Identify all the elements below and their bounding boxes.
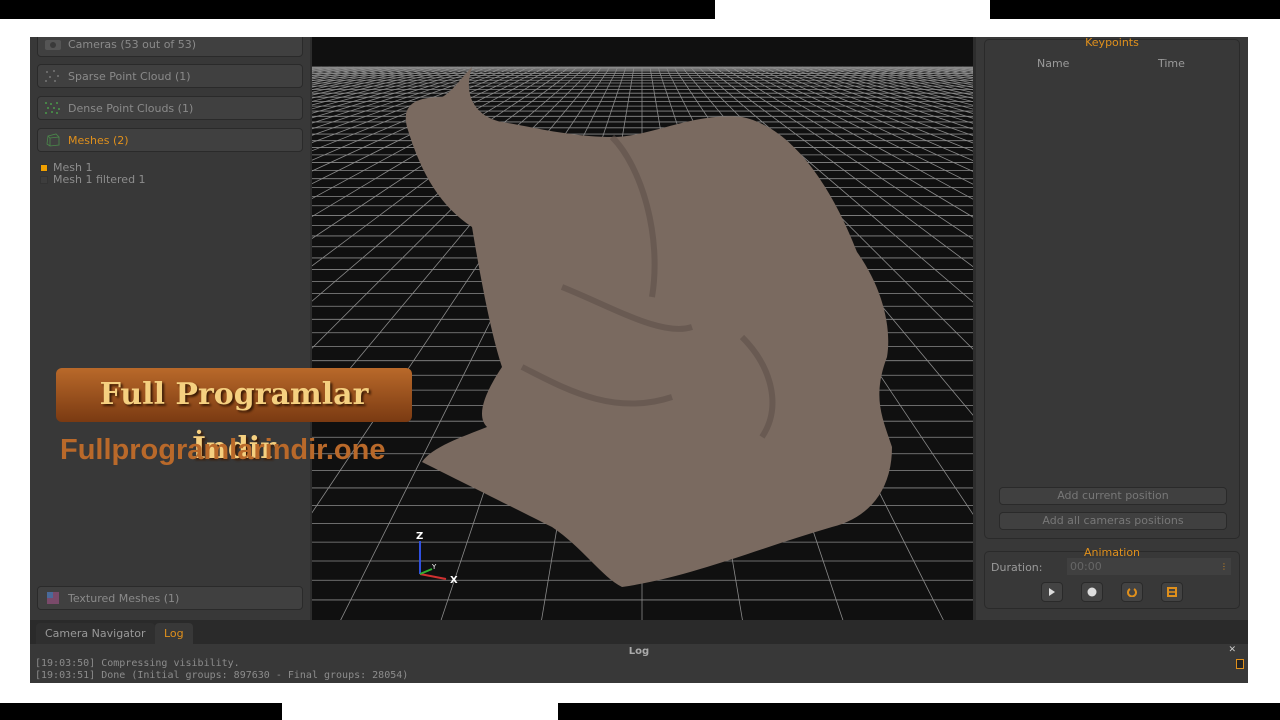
group-label: Meshes (2) bbox=[68, 133, 129, 147]
close-icon[interactable]: ✕ bbox=[1228, 645, 1236, 655]
group-label: Textured Meshes (1) bbox=[68, 591, 180, 605]
workspace-panel: Cameras (53 out of 53) Sparse Point Clou… bbox=[30, 37, 310, 620]
group-sparse-cloud[interactable]: Sparse Point Cloud (1) bbox=[37, 64, 303, 88]
tab-camera-navigator[interactable]: Camera Navigator bbox=[36, 623, 155, 644]
play-icon bbox=[1049, 588, 1055, 596]
play-button[interactable] bbox=[1041, 582, 1063, 602]
group-meshes[interactable]: Meshes (2) bbox=[37, 128, 303, 152]
watermark-url: Fullprogramlarindir.one bbox=[60, 434, 386, 466]
bottom-dock: Camera Navigator Log Log ✕ [19:03:50] Co… bbox=[30, 620, 1248, 683]
axis-x-label: X bbox=[450, 575, 458, 586]
group-textured-meshes[interactable]: Textured Meshes (1) bbox=[37, 586, 303, 610]
save-icon bbox=[1167, 587, 1177, 597]
keypoints-box: Keypoints Name Time Add current position… bbox=[984, 37, 1240, 539]
frame-bar bbox=[0, 0, 715, 19]
watermark-logo: Full Programlar İndir bbox=[56, 368, 412, 466]
mesh-icon bbox=[44, 133, 62, 147]
animation-box: Animation Duration: 00:00 ⋮ bbox=[984, 546, 1240, 609]
duration-value: 00:00 bbox=[1070, 560, 1102, 573]
checkbox[interactable] bbox=[40, 163, 48, 172]
axis-gizmo: Z Y X bbox=[416, 531, 458, 586]
axis-y-label: Y bbox=[431, 563, 437, 571]
loop-button[interactable] bbox=[1121, 582, 1143, 602]
spin-arrows-icon[interactable]: ⋮ bbox=[1220, 558, 1228, 575]
column-time[interactable]: Time bbox=[1158, 57, 1185, 70]
textured-mesh-icon bbox=[44, 591, 62, 605]
group-label: Dense Point Clouds (1) bbox=[68, 101, 194, 115]
record-icon bbox=[1087, 587, 1097, 597]
axis-z-label: Z bbox=[416, 531, 423, 542]
app-window: Cameras (53 out of 53) Sparse Point Clou… bbox=[30, 37, 1248, 683]
mesh-item[interactable]: Mesh 1 filtered 1 bbox=[40, 173, 146, 186]
tab-log[interactable]: Log bbox=[155, 623, 193, 644]
3d-viewport[interactable]: Z Y X bbox=[312, 37, 973, 620]
keypoints-title: Keypoints bbox=[1085, 37, 1139, 49]
group-cameras[interactable]: Cameras (53 out of 53) bbox=[37, 37, 303, 57]
group-label: Cameras (53 out of 53) bbox=[68, 37, 197, 51]
frame-bar bbox=[558, 703, 1280, 720]
log-title: Log bbox=[628, 646, 650, 657]
duration-input[interactable]: 00:00 ⋮ bbox=[1067, 558, 1231, 575]
duration-label: Duration: bbox=[991, 561, 1043, 574]
save-button[interactable] bbox=[1161, 582, 1183, 602]
scrollbar[interactable] bbox=[1236, 659, 1244, 669]
mesh-label: Mesh 1 filtered 1 bbox=[53, 173, 146, 186]
loop-icon bbox=[1127, 588, 1137, 597]
group-dense-cloud[interactable]: Dense Point Clouds (1) bbox=[37, 96, 303, 120]
column-name[interactable]: Name bbox=[1037, 57, 1069, 70]
add-all-cameras-button[interactable]: Add all cameras positions bbox=[999, 512, 1227, 530]
frame-bar bbox=[990, 0, 1280, 19]
log-panel: Log ✕ [19:03:50] Compressing visibility.… bbox=[30, 644, 1248, 683]
log-line: [19:03:51] Done (Initial groups: 897630 … bbox=[35, 670, 409, 681]
frame-bar bbox=[0, 703, 282, 720]
add-current-position-button[interactable]: Add current position bbox=[999, 487, 1227, 505]
record-button[interactable] bbox=[1081, 582, 1103, 602]
animation-panel: Keypoints Name Time Add current position… bbox=[976, 37, 1248, 620]
log-line: [19:03:50] Compressing visibility. bbox=[35, 658, 240, 669]
dense-cloud-icon bbox=[44, 101, 62, 115]
checkbox[interactable] bbox=[40, 175, 48, 184]
camera-icon bbox=[44, 37, 62, 51]
group-label: Sparse Point Cloud (1) bbox=[68, 69, 191, 83]
sparse-cloud-icon bbox=[44, 69, 62, 83]
